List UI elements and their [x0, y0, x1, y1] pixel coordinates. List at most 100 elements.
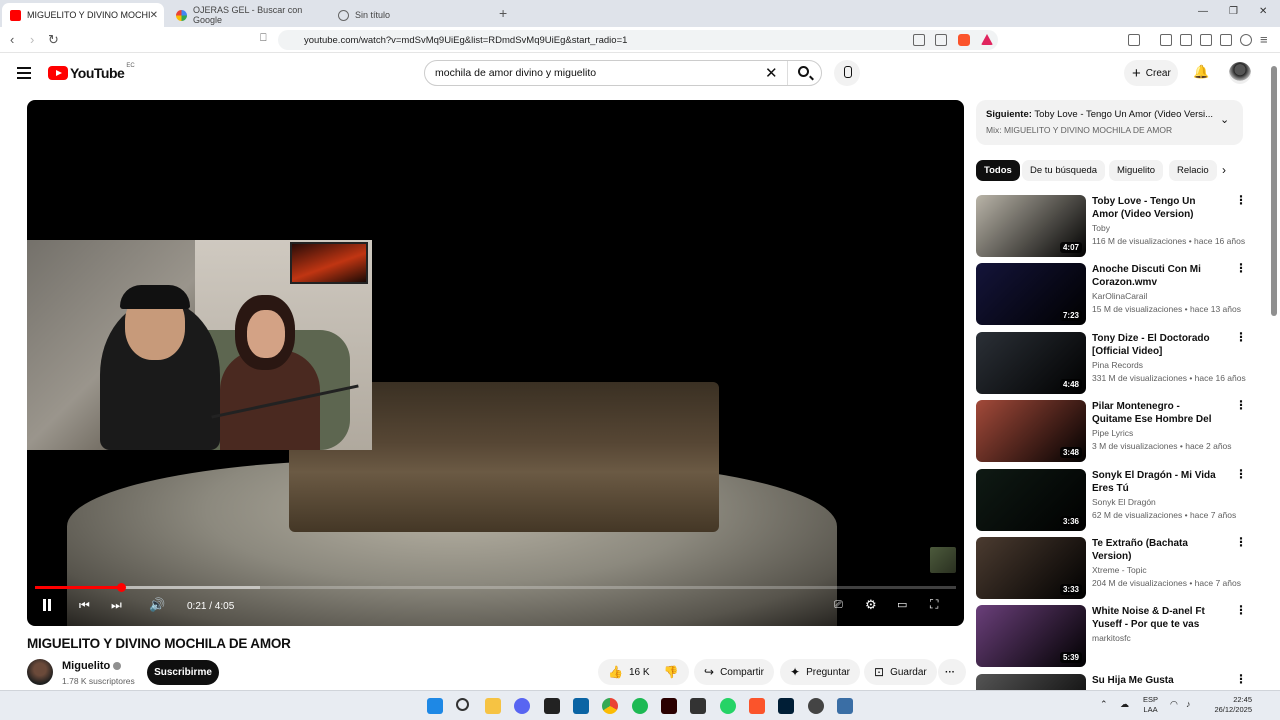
browser-tab-untitled[interactable]: Sin título: [330, 3, 490, 27]
file-explorer-icon[interactable]: [485, 698, 501, 714]
back-icon[interactable]: ‹: [10, 32, 14, 47]
chrome-icon[interactable]: [602, 698, 618, 714]
more-vert-icon[interactable]: ⋮: [1235, 331, 1247, 343]
recommendation-title[interactable]: Su Hija Me Gusta: [1092, 674, 1222, 687]
new-tab-icon[interactable]: +: [499, 5, 507, 21]
subscribe-button[interactable]: Suscribirme: [147, 660, 219, 685]
wifi-icon[interactable]: ◠: [1170, 699, 1178, 709]
recommendation-title[interactable]: Te Extraño (Bachata Version): [1092, 537, 1222, 563]
brave-shields-icon[interactable]: [958, 34, 970, 46]
chip-todos[interactable]: Todos: [976, 160, 1020, 181]
recommendation-channel[interactable]: markitosfc: [1092, 633, 1131, 643]
tray-onedrive-icon[interactable]: ☁: [1120, 699, 1129, 709]
ask-button[interactable]: ✦ Preguntar: [780, 659, 860, 685]
reload-icon[interactable]: ↻: [48, 32, 59, 48]
discord-icon[interactable]: [514, 698, 530, 714]
recommendation-item[interactable]: 4:07 Toby Love - Tengo Un Amor (Video Ver…: [976, 194, 1247, 259]
create-button[interactable]: + Crear: [1124, 60, 1178, 86]
more-vert-icon[interactable]: ⋮: [1235, 674, 1244, 685]
recommendation-item[interactable]: 3:36 Sonyk El Dragón - Mi Vida Eres Tú Son…: [976, 468, 1247, 533]
video-player[interactable]: ⏮ ⏭ 🔊 0:21 / 4:05 ⎚ ⚙ ▭ ⛶: [27, 100, 964, 626]
media-icon[interactable]: [1160, 34, 1172, 46]
clock[interactable]: 22:45 26/12/2025: [1208, 695, 1252, 715]
save-button[interactable]: ⊡ Guardar: [864, 659, 937, 685]
recommendation-item[interactable]: 3:48 Pilar Montenegro - Quitame Ese Hombr…: [976, 399, 1247, 464]
recommendation-title[interactable]: Sonyk El Dragón - Mi Vida Eres Tú: [1092, 469, 1222, 495]
chip-de-tu-busqueda[interactable]: De tu búsqueda: [1022, 160, 1106, 181]
previous-icon[interactable]: ⏮: [79, 598, 90, 613]
browser-tab-youtube[interactable]: MIGUELITO Y DIVINO MOCHI ✕: [2, 3, 164, 27]
pause-icon[interactable]: [42, 599, 52, 611]
video-thumbnail[interactable]: 4:07: [976, 195, 1086, 257]
volume-icon[interactable]: 🔊: [149, 597, 165, 613]
more-vert-icon[interactable]: ⋮: [1235, 262, 1247, 274]
more-vert-icon[interactable]: ⋮: [1235, 194, 1247, 206]
leo-icon[interactable]: [1220, 34, 1232, 46]
taskbar-search-icon[interactable]: [456, 698, 469, 711]
video-thumbnail[interactable]: 3:48: [976, 400, 1086, 463]
video-thumbnail[interactable]: 3:33: [976, 537, 1086, 599]
recommendation-channel[interactable]: Pina Records: [1092, 360, 1143, 370]
recommendation-channel[interactable]: Pipe Lyrics: [1092, 428, 1133, 438]
voice-search-icon[interactable]: [834, 60, 860, 86]
video-thumbnail[interactable]: 7:23: [976, 263, 1086, 326]
premiere-icon[interactable]: [661, 698, 677, 714]
scrollbar-thumb[interactable]: [1271, 66, 1277, 316]
account-avatar[interactable]: [1229, 62, 1251, 84]
obs-icon[interactable]: [808, 698, 824, 714]
bookmark-icon[interactable]: ⎕: [260, 32, 267, 45]
maximize-icon[interactable]: ❐: [1229, 6, 1238, 17]
capcut-pro-icon[interactable]: [690, 698, 706, 714]
chip-relacionados[interactable]: Relacio: [1169, 160, 1217, 181]
menu-icon[interactable]: ≡: [1260, 32, 1268, 47]
volume-tray-icon[interactable]: ♪: [1186, 699, 1191, 709]
clear-search-icon[interactable]: ✕: [765, 64, 778, 82]
subtitles-icon[interactable]: ⎚: [834, 599, 843, 612]
video-thumbnail[interactable]: 3:36: [976, 468, 1086, 531]
recommendation-item[interactable]: 4:48 Tony Dize - El Doctorado [Official V…: [976, 331, 1247, 396]
close-window-icon[interactable]: ✕: [1259, 6, 1267, 17]
recommendation-title[interactable]: Pilar Montenegro - Quitame Ese Hombre De…: [1092, 400, 1222, 427]
next-icon[interactable]: ⏭: [111, 598, 122, 613]
app-icon[interactable]: [573, 698, 589, 714]
recommendation-title[interactable]: Anoche Discuti Con Mi Corazon.wmv: [1092, 263, 1222, 289]
channel-watermark[interactable]: [930, 547, 956, 573]
chip-miguelito[interactable]: Miguelito: [1109, 160, 1164, 181]
channel-avatar[interactable]: [27, 659, 53, 685]
video-thumbnail[interactable]: 5:39: [976, 605, 1086, 668]
more-vert-icon[interactable]: ⋮: [1235, 604, 1247, 616]
video-thumbnail[interactable]: 4:48: [976, 331, 1086, 394]
recommendation-item[interactable]: Su Hija Me Gusta ⋮: [976, 673, 1244, 690]
brave-rewards-icon[interactable]: [981, 34, 993, 45]
like-icon[interactable]: 👍: [608, 665, 623, 679]
theater-mode-icon[interactable]: ▭: [897, 598, 907, 611]
chevron-down-icon[interactable]: ⌄: [1220, 113, 1229, 126]
cast-icon[interactable]: [913, 34, 925, 46]
more-actions-button[interactable]: ···: [938, 659, 966, 685]
close-tab-icon[interactable]: ✕: [150, 10, 158, 21]
share-page-icon[interactable]: [935, 34, 947, 46]
whatsapp-icon[interactable]: [720, 698, 736, 714]
channel-name[interactable]: Miguelito: [62, 660, 122, 672]
recommendation-item[interactable]: 7:23 Anoche Discuti Con Mi Corazon.wmv Kar…: [976, 262, 1247, 327]
more-vert-icon[interactable]: ⋮: [1235, 399, 1247, 411]
photoshop-icon[interactable]: [778, 698, 794, 714]
search-icon[interactable]: [798, 66, 809, 77]
recommendation-channel[interactable]: Toby: [1092, 223, 1110, 233]
sidebar-icon[interactable]: [1180, 34, 1192, 46]
hamburger-menu-icon[interactable]: [17, 67, 31, 82]
playlist-queue-header[interactable]: Siguiente: Toby Love - Tengo Un Amor (Vi…: [976, 100, 1243, 145]
tray-chevron-icon[interactable]: ⌃: [1100, 699, 1108, 709]
minimize-icon[interactable]: —: [1198, 6, 1208, 17]
fullscreen-icon[interactable]: ⛶: [930, 597, 938, 612]
like-count[interactable]: 16 K: [629, 667, 650, 678]
scrubber-handle[interactable]: [116, 583, 126, 592]
recommendation-title[interactable]: White Noise & D-anel Ft Yuseff - Por que…: [1092, 605, 1222, 632]
capcut-icon[interactable]: [544, 698, 560, 714]
progress-bar[interactable]: [35, 583, 956, 592]
recommendation-item[interactable]: 5:39 White Noise & D-anel Ft Yuseff - Por…: [976, 604, 1247, 669]
vpn-icon[interactable]: [1240, 34, 1252, 46]
notifications-bell-icon[interactable]: 🔔: [1193, 64, 1209, 80]
recommendation-item[interactable]: 3:33 Te Extraño (Bachata Version) Xtreme -…: [976, 536, 1247, 601]
wallet-icon[interactable]: [1200, 34, 1212, 46]
